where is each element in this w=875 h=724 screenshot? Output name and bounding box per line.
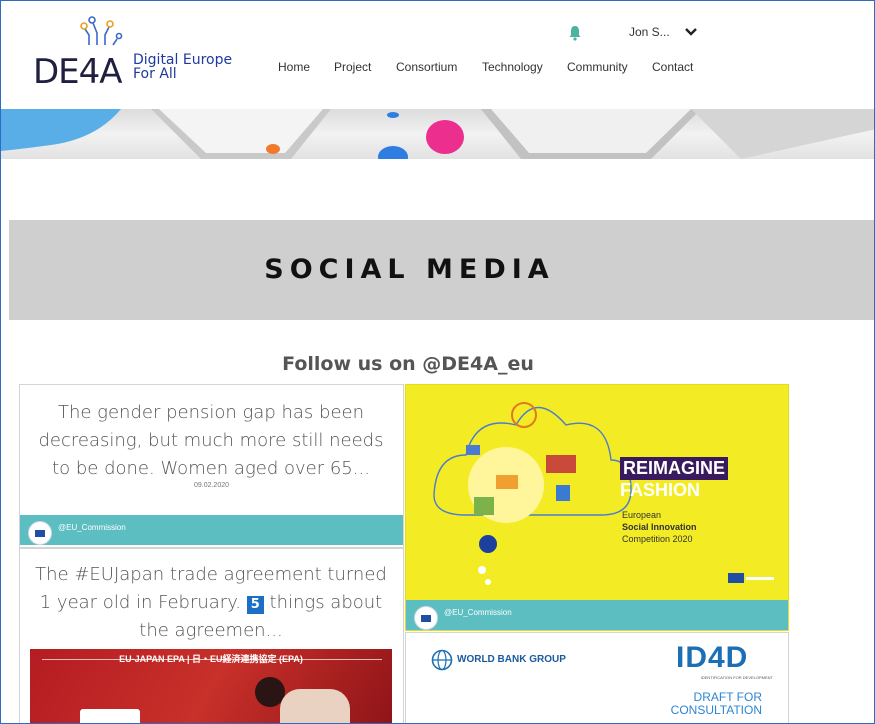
avatar <box>414 606 438 630</box>
user-name[interactable]: Jon S... <box>629 25 670 39</box>
poster-subtitle: European Social Innovation Competition 2… <box>622 509 697 545</box>
post-image-caption: EU-JAPAN EPA | 日・EU経済連携協定 (EPA) <box>119 654 303 664</box>
nav-community[interactable]: Community <box>567 60 628 74</box>
logo-tagline: Digital Europe For All <box>133 53 232 81</box>
nav-contact[interactable]: Contact <box>652 60 693 74</box>
follow-heading[interactable]: Follow us on @DE4A_eu <box>1 353 815 375</box>
section-title: SOCIAL MEDIA <box>264 254 555 285</box>
post-image: REIMAGINE FASHION European Social Innova… <box>406 385 788 600</box>
logo-tagline-line2: For All <box>133 66 177 82</box>
eu-flag-icon <box>728 573 744 583</box>
poster-line: European <box>622 510 662 520</box>
hero-banner-image <box>1 109 874 159</box>
avatar <box>28 521 52 545</box>
draft-line: CONSULTATION <box>670 703 762 717</box>
nav-consortium[interactable]: Consortium <box>396 60 457 74</box>
post-author-bar: @EU_Commission <box>20 515 403 545</box>
logo-wordmark: DE4A <box>33 52 123 92</box>
social-post-card[interactable]: REIMAGINE FASHION European Social Innova… <box>405 384 789 631</box>
post-author-handle[interactable]: @EU_Commission <box>444 608 512 617</box>
draft-label: DRAFT FOR CONSULTATION <box>616 691 762 717</box>
logo-tagline-line1: Digital Europe <box>133 52 233 68</box>
image-decoration <box>280 689 350 723</box>
social-post-card[interactable]: The #EUJapan trade agreement turned 1 ye… <box>19 548 404 723</box>
post-author-handle[interactable]: @EU_Commission <box>58 523 126 532</box>
social-post-card[interactable]: The gender pension gap has been decreasi… <box>19 384 404 548</box>
image-decoration <box>80 709 140 723</box>
bell-icon[interactable] <box>567 25 583 41</box>
post-image: EU-JAPAN EPA | 日・EU経済連携協定 (EPA) <box>30 649 392 723</box>
brand-logo: ID4D <box>676 641 749 674</box>
brand-subtitle: IDENTIFICATION FOR DEVELOPMENT <box>700 675 773 680</box>
chevron-down-icon[interactable] <box>684 27 698 37</box>
nav-home[interactable]: Home <box>278 60 310 74</box>
logo-circuit-icon <box>80 16 123 46</box>
fashion-illustration <box>433 402 632 585</box>
post-author-bar: @EU_Commission <box>406 600 788 630</box>
site-header: DE4A Digital Europe For All Home Project… <box>1 1 874 109</box>
post-text: The #EUJapan trade agreement turned 1 ye… <box>28 561 394 645</box>
nav-project[interactable]: Project <box>334 60 371 74</box>
browser-viewport: DE4A Digital Europe For All Home Project… <box>0 0 874 724</box>
post-date: 09.02.2020 <box>193 482 230 489</box>
nav-technology[interactable]: Technology <box>482 60 543 74</box>
poster-title: REIMAGINE <box>620 457 729 480</box>
poster-line: Social Innovation <box>622 522 697 532</box>
section-band: SOCIAL MEDIA <box>9 220 874 320</box>
social-post-card[interactable]: WORLD BANK GROUP ID4D IDENTIFICATION FOR… <box>405 632 789 723</box>
number-emoji-icon: 5 <box>246 596 264 614</box>
site-logo[interactable]: DE4A Digital Europe For All <box>29 15 244 95</box>
globe-icon <box>431 649 453 671</box>
poster-title: FASHION <box>620 480 701 500</box>
logo-strip <box>746 577 774 580</box>
org-name: WORLD BANK GROUP <box>457 654 566 665</box>
post-text: The gender pension gap has been decreasi… <box>38 402 384 479</box>
poster-line: Competition 2020 <box>622 534 693 544</box>
